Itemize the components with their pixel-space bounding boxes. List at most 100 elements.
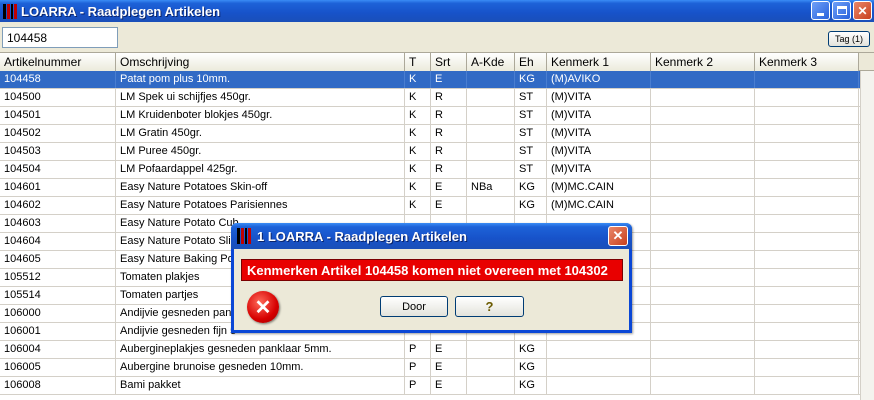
table-cell <box>651 215 755 232</box>
table-row[interactable]: 104504 LM Pofaardappel 425gr. K R ST (M)VITA <box>0 161 874 179</box>
table-cell: KG <box>515 377 547 394</box>
table-row[interactable]: 106004 Aubergineplakjes gesneden panklaar… <box>0 341 874 359</box>
table-cell <box>467 107 515 124</box>
table-cell <box>547 341 651 358</box>
table-row[interactable]: 104502 LM Gratin 450gr. K R ST (M)VITA <box>0 125 874 143</box>
column-header[interactable]: Artikelnummer <box>0 53 116 71</box>
table-cell <box>651 161 755 178</box>
table-cell: 104503 <box>0 143 116 160</box>
table-cell: LM Gratin 450gr. <box>116 125 405 142</box>
dialog-close-button[interactable]: ✕ <box>608 226 628 246</box>
table-row[interactable]: 104458 Patat pom plus 10mm. K E KG (M)AVIKO <box>0 71 874 89</box>
table-cell: K <box>405 89 431 106</box>
column-header[interactable]: Kenmerk 1 <box>547 53 651 71</box>
table-cell: K <box>405 179 431 196</box>
column-header[interactable]: Omschrijving <box>116 53 405 71</box>
table-cell <box>651 179 755 196</box>
minimize-button[interactable] <box>811 1 830 20</box>
table-cell: ST <box>515 107 547 124</box>
search-input[interactable] <box>2 27 118 48</box>
table-row[interactable]: 104602 Easy Nature Potatoes Parisiennes K E… <box>0 197 874 215</box>
maximize-button[interactable] <box>832 1 851 20</box>
column-header[interactable]: Eh <box>515 53 547 71</box>
door-button[interactable]: Door <box>380 296 448 317</box>
table-cell: E <box>431 341 467 358</box>
table-cell: 104601 <box>0 179 116 196</box>
table-cell <box>651 89 755 106</box>
table-row[interactable]: 104503 LM Puree 450gr. K R ST (M)VITA <box>0 143 874 161</box>
table-cell: 104500 <box>0 89 116 106</box>
table-cell: Easy Nature Potatoes Skin-off <box>116 179 405 196</box>
error-dialog: 1 LOARRA - Raadplegen Artikelen ✕ Kenmer… <box>231 223 632 333</box>
window-title: LOARRA - Raadplegen Artikelen <box>21 3 221 19</box>
table-row[interactable]: 104501 LM Kruidenboter blokjes 450gr. K R ST… <box>0 107 874 125</box>
table-cell <box>467 143 515 160</box>
table-cell: ST <box>515 161 547 178</box>
table-cell <box>651 71 755 88</box>
table-cell <box>651 107 755 124</box>
table-cell: P <box>405 359 431 376</box>
table-cell: (M)MC.CAIN <box>547 179 651 196</box>
column-header[interactable]: Kenmerk 2 <box>651 53 755 71</box>
table-cell: 106001 <box>0 323 116 340</box>
table-cell: Aubergine brunoise gesneden 10mm. <box>116 359 405 376</box>
table-cell: KG <box>515 179 547 196</box>
table-cell: 105512 <box>0 269 116 286</box>
close-icon: ✕ <box>612 228 624 243</box>
table-cell <box>755 341 859 358</box>
table-cell <box>467 89 515 106</box>
table-cell <box>755 71 859 88</box>
table-cell <box>467 161 515 178</box>
vertical-scrollbar[interactable] <box>860 71 874 400</box>
table-cell: K <box>405 143 431 160</box>
table-cell <box>651 359 755 376</box>
table-cell <box>755 269 859 286</box>
maximize-icon <box>836 6 847 15</box>
table-row[interactable]: 104601 Easy Nature Potatoes Skin-off K E NBa… <box>0 179 874 197</box>
table-cell <box>651 341 755 358</box>
table-cell: LM Pofaardappel 425gr. <box>116 161 405 178</box>
table-cell: K <box>405 71 431 88</box>
dialog-app-icon <box>237 228 251 244</box>
table-cell <box>755 233 859 250</box>
table-cell: K <box>405 125 431 142</box>
table-cell: E <box>431 197 467 214</box>
close-button[interactable]: ✕ <box>853 1 872 20</box>
table-cell: P <box>405 377 431 394</box>
help-button[interactable]: ? <box>455 296 524 317</box>
table-cell <box>651 197 755 214</box>
column-header[interactable]: A-Kde <box>467 53 515 71</box>
table-cell: KG <box>515 71 547 88</box>
table-cell <box>467 197 515 214</box>
table-cell: KG <box>515 359 547 376</box>
table-cell <box>755 197 859 214</box>
table-cell <box>755 125 859 142</box>
table-cell: 104458 <box>0 71 116 88</box>
column-header[interactable]: T <box>405 53 431 71</box>
table-cell: K <box>405 107 431 124</box>
table-cell <box>755 215 859 232</box>
table-row[interactable]: 104500 LM Spek ui schijfjes 450gr. K R ST (M)… <box>0 89 874 107</box>
table-cell <box>467 341 515 358</box>
column-header[interactable]: Srt <box>431 53 467 71</box>
column-header[interactable]: Kenmerk 3 <box>755 53 859 71</box>
table-cell <box>467 125 515 142</box>
close-icon: ✕ <box>857 3 868 18</box>
table-row[interactable]: 106005 Aubergine brunoise gesneden 10mm. P… <box>0 359 874 377</box>
table-cell: LM Kruidenboter blokjes 450gr. <box>116 107 405 124</box>
table-cell: (M)VITA <box>547 89 651 106</box>
table-cell <box>755 305 859 322</box>
table-cell <box>651 143 755 160</box>
table-cell <box>651 305 755 322</box>
tag-button[interactable]: Tag (1) <box>828 31 870 47</box>
table-cell <box>755 251 859 268</box>
table-cell <box>651 125 755 142</box>
table-cell: (M)MC.CAIN <box>547 197 651 214</box>
table-cell: (M)VITA <box>547 107 651 124</box>
table-row[interactable]: 106008 Bami pakket P E KG <box>0 377 874 395</box>
table-cell <box>547 359 651 376</box>
table-cell: KG <box>515 341 547 358</box>
table-cell: Patat pom plus 10mm. <box>116 71 405 88</box>
table-cell: R <box>431 125 467 142</box>
table-cell: E <box>431 71 467 88</box>
